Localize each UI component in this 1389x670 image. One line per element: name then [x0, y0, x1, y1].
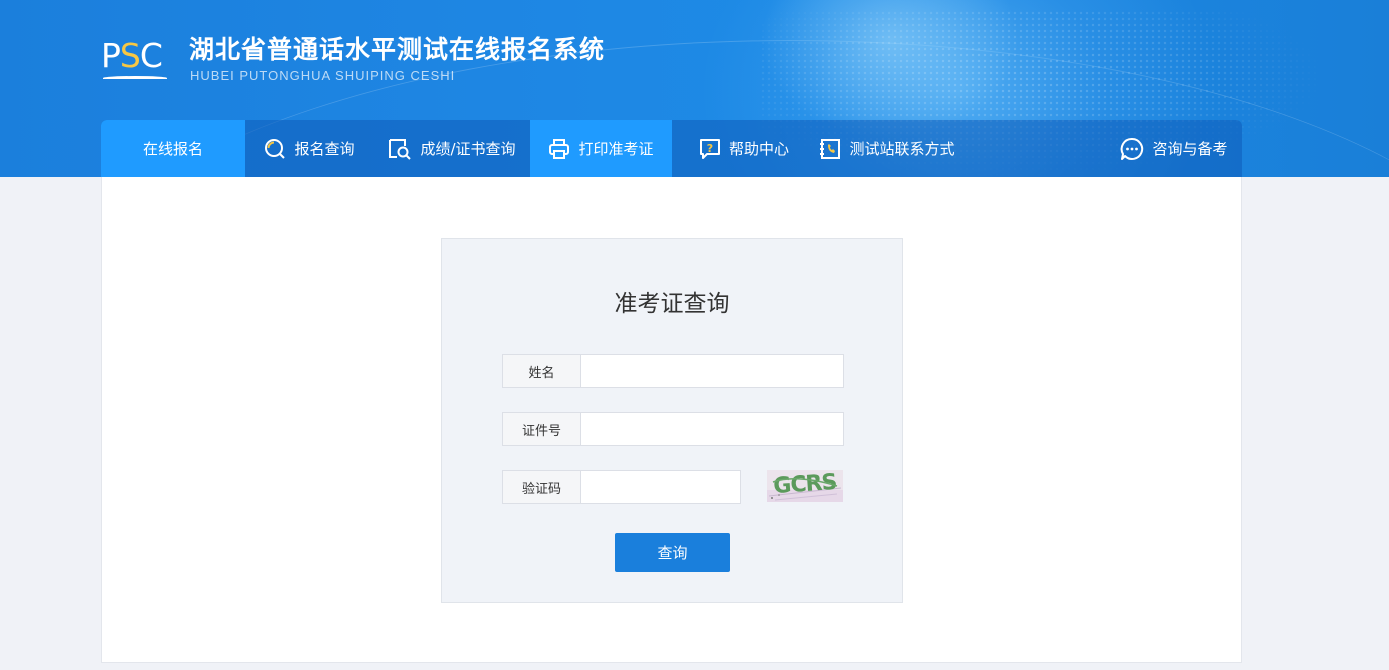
svg-text:?: ? — [707, 142, 713, 155]
nav-item-consult-prepare[interactable]: 咨询与备考 — [1106, 120, 1242, 177]
main-nav: 在线报名 报名查询 成绩/证书查询 打印准考证 ? 帮助中心 测试站联系方式 咨… — [101, 120, 1242, 177]
name-label: 姓名 — [502, 354, 580, 388]
nav-item-online-registration[interactable]: 在线报名 — [101, 120, 245, 177]
certificate-search-icon — [389, 138, 412, 160]
captcha-row: 验证码 — [502, 470, 741, 504]
help-icon: ? — [699, 138, 720, 159]
nav-item-label: 打印准考证 — [578, 140, 654, 158]
printer-icon — [549, 138, 570, 159]
query-button[interactable]: 查询 — [615, 533, 730, 572]
captcha-image[interactable]: GCRS — [767, 470, 843, 502]
id-row: 证件号 — [502, 412, 844, 446]
phone-book-icon — [820, 138, 841, 159]
name-input[interactable] — [580, 354, 844, 388]
nav-item-print-admission[interactable]: 打印准考证 — [530, 120, 672, 177]
logo-book-icon — [103, 76, 167, 80]
nav-item-label: 在线报名 — [142, 140, 203, 158]
psc-logo: PSC — [101, 38, 171, 84]
site-title: 湖北省普通话水平测试在线报名系统 — [189, 35, 606, 64]
captcha-text: GCRS — [773, 470, 838, 499]
name-row: 姓名 — [502, 354, 844, 388]
nav-item-label: 成绩/证书查询 — [420, 140, 516, 158]
nav-item-registration-query[interactable]: 报名查询 — [245, 120, 374, 177]
logo-text: PSC — [101, 36, 163, 75]
captcha-label: 验证码 — [502, 470, 580, 504]
chat-icon — [1121, 137, 1144, 160]
header-banner: PSC 湖北省普通话水平测试在线报名系统 HUBEI PUTONGHUA SHU… — [0, 0, 1389, 177]
nav-item-help-center[interactable]: ? 帮助中心 — [686, 120, 802, 177]
nav-item-label: 咨询与备考 — [1152, 140, 1228, 158]
id-label: 证件号 — [502, 412, 580, 446]
form-title: 准考证查询 — [614, 291, 730, 317]
admission-query-form: 准考证查询 姓名 证件号 验证码 GCRS 查询 — [441, 238, 903, 603]
nav-item-label: 测试站联系方式 — [849, 140, 955, 158]
id-number-input[interactable] — [580, 412, 844, 446]
nav-item-score-certificate[interactable]: 成绩/证书查询 — [374, 120, 530, 177]
nav-item-label: 报名查询 — [294, 140, 355, 158]
site-subtitle: HUBEI PUTONGHUA SHUIPING CESHI — [190, 68, 456, 83]
nav-item-station-contact[interactable]: 测试站联系方式 — [805, 120, 969, 177]
nav-item-label: 帮助中心 — [728, 140, 789, 158]
captcha-input[interactable] — [580, 470, 741, 504]
search-icon — [265, 138, 286, 159]
